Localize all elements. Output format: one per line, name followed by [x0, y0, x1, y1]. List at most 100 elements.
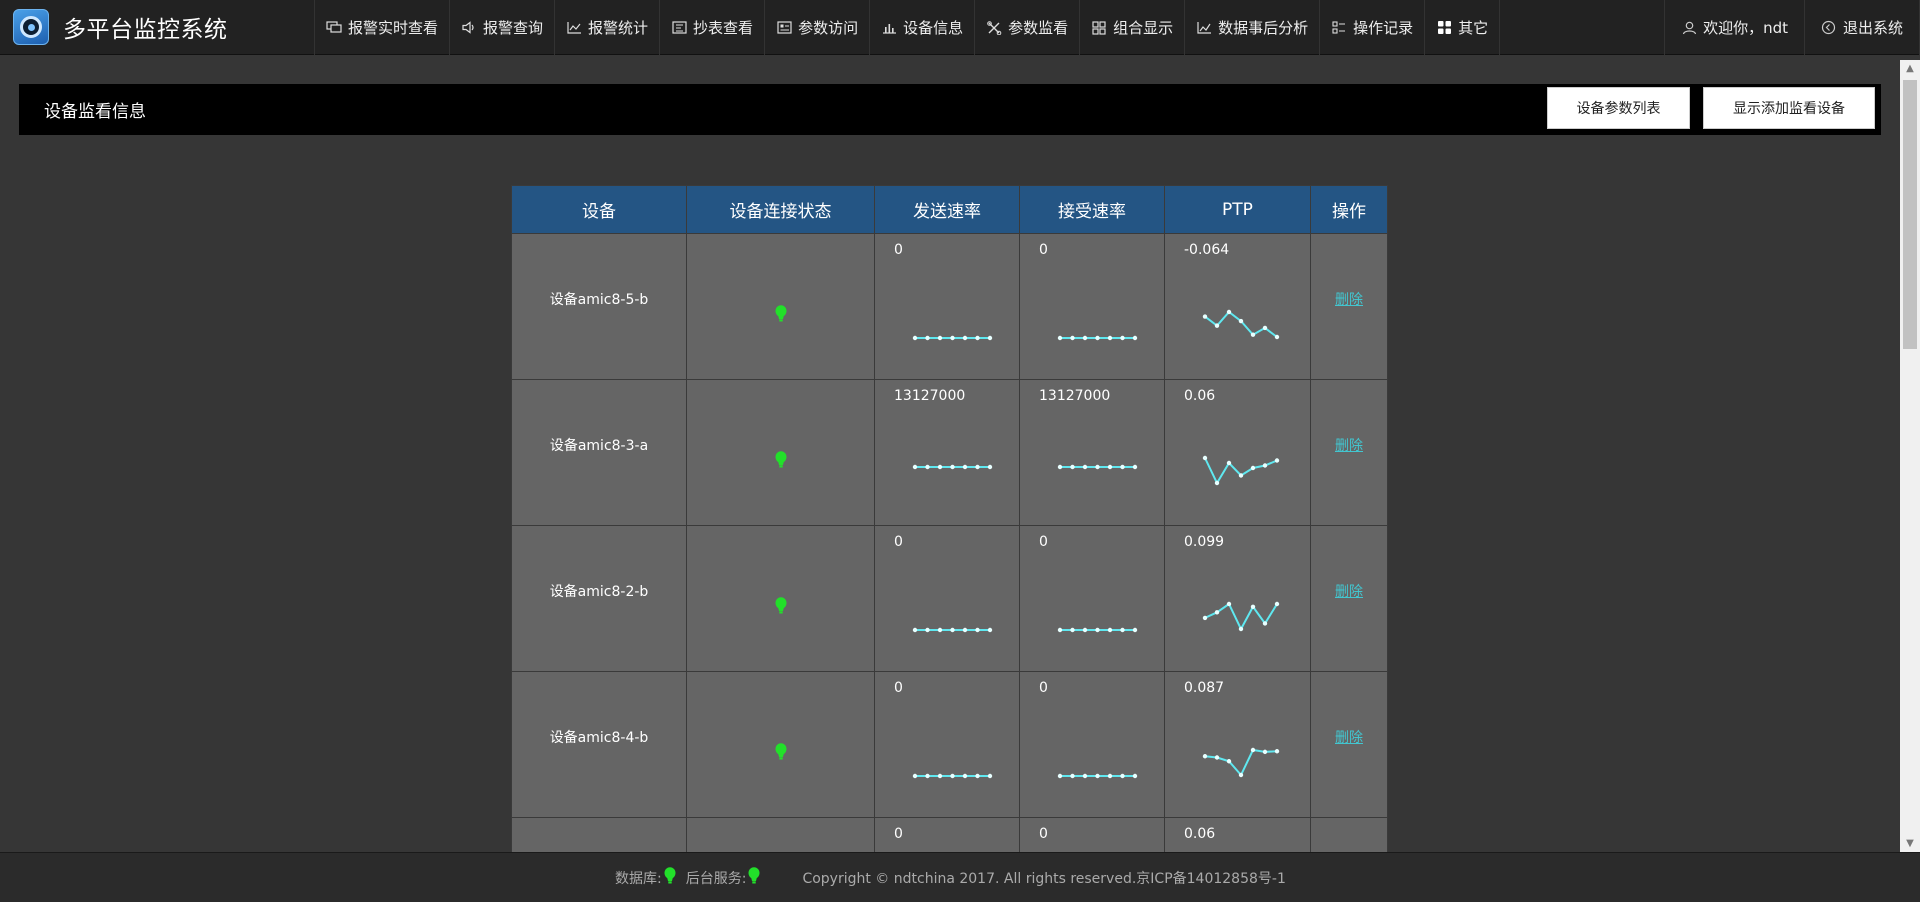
- ptp-cell: 0.06: [1164, 379, 1311, 526]
- nav-item-8[interactable]: 组合显示: [1079, 0, 1184, 55]
- sparkline-point: [1262, 749, 1268, 755]
- nav-item-10[interactable]: 操作记录: [1319, 0, 1424, 55]
- sparkline-point: [987, 464, 993, 470]
- nav-item-2[interactable]: 报警查询: [449, 0, 554, 55]
- sparkline-point: [1214, 480, 1220, 486]
- scroll-up-icon[interactable]: ▲: [1900, 60, 1920, 77]
- sparkline-point: [1070, 627, 1075, 633]
- recv-rate-cell: 13127000: [1019, 379, 1165, 526]
- sparkline-point: [1132, 773, 1138, 779]
- connection-status-cell: [686, 525, 875, 672]
- scrollbar-thumb[interactable]: [1903, 80, 1917, 349]
- connected-bulb-icon: [775, 304, 787, 327]
- line-chart-icon: [566, 21, 582, 35]
- nav-item-label: 其它: [1458, 19, 1489, 37]
- sparkline-point: [1226, 309, 1232, 315]
- sparkline-point: [937, 335, 943, 341]
- sparkline-point: [1250, 465, 1256, 471]
- device-name-cell: 设备amic8-3-a: [511, 379, 687, 526]
- sparkline-point: [925, 335, 930, 341]
- device-name: 设备amic8-2-b: [549, 583, 649, 600]
- sparkline-point: [912, 335, 918, 341]
- top-nav-bar: 多平台监控系统 报警实时查看 报警查询 报警统计 抄表查看 参数访问 设备信息 参数监看 组合…: [0, 0, 1920, 55]
- sparkline-point: [1132, 464, 1138, 470]
- recv-rate-cell: 0: [1019, 671, 1165, 818]
- nav-item-6[interactable]: 设备信息: [869, 0, 974, 55]
- footer-status: 数据库: 后台服务:: [615, 866, 762, 889]
- sparkline-point: [1057, 464, 1063, 470]
- sparkline-point: [950, 335, 955, 341]
- connected-bulb-icon: [775, 742, 787, 765]
- sparkline-point: [950, 773, 955, 779]
- sparkline-point: [1095, 464, 1100, 470]
- ptp-cell: -0.064: [1164, 233, 1311, 380]
- nav-item-label: 抄表查看: [693, 19, 754, 37]
- connected-bulb-icon: [775, 450, 787, 473]
- operation-cell: 删除: [1310, 233, 1388, 380]
- send-rate-cell: 13127000: [874, 379, 1020, 526]
- apps-icon: [1436, 21, 1452, 35]
- nav-item-1[interactable]: 报警实时查看: [314, 0, 449, 55]
- brand: 多平台监控系统: [0, 0, 314, 54]
- sparkline-point: [975, 335, 980, 341]
- sparkline-chart: [912, 627, 993, 633]
- main-nav: 报警实时查看 报警查询 报警统计 抄表查看 参数访问 设备信息 参数监看 组合显示 数据事后分析…: [314, 0, 1501, 55]
- logout-button[interactable]: 退出系统: [1803, 0, 1920, 55]
- nav-item-5[interactable]: 参数访问: [764, 0, 869, 55]
- device-name-cell: 设备amic8-2-b: [511, 525, 687, 672]
- user-icon: [1681, 21, 1697, 35]
- device-name: 设备amic8-3-a: [549, 437, 649, 454]
- nav-item-label: 参数监看: [1008, 19, 1069, 37]
- delete-link[interactable]: 删除: [1335, 730, 1363, 746]
- sparkline-point: [1082, 627, 1088, 633]
- tools-icon: [986, 20, 1002, 35]
- sparkline-point: [937, 627, 943, 633]
- sparkline-point: [925, 773, 930, 779]
- page-scrollbar[interactable]: ▲ ▼: [1900, 60, 1920, 852]
- nav-item-9[interactable]: 数据事后分析: [1184, 0, 1319, 55]
- nav-item-11[interactable]: 其它: [1424, 0, 1501, 55]
- nav-item-label: 报警查询: [483, 19, 544, 37]
- sparkline-point: [1250, 604, 1256, 609]
- device-param-list-button[interactable]: 设备参数列表: [1547, 87, 1690, 129]
- nav-item-3[interactable]: 报警统计: [554, 0, 659, 55]
- sparkline-chart: [912, 464, 993, 470]
- sparkline-chart: [1202, 309, 1280, 340]
- sparkline-point: [925, 627, 930, 633]
- ptp-value: 0.06: [1184, 826, 1216, 842]
- ptp-cell: 0.099: [1164, 525, 1311, 672]
- sparkline-point: [1070, 464, 1075, 470]
- device-name: 设备amic8-4-b: [549, 729, 649, 746]
- send-rate-value: 0: [894, 826, 903, 842]
- delete-link[interactable]: 删除: [1335, 292, 1363, 308]
- sparkline-point: [1262, 463, 1268, 468]
- show-add-monitor-device-button[interactable]: 显示添加监看设备: [1703, 87, 1875, 129]
- delete-link[interactable]: 删除: [1335, 438, 1363, 454]
- recv-rate-cell: 0: [1019, 525, 1165, 672]
- sparkline-point: [987, 627, 993, 633]
- speaker-icon: [461, 21, 477, 35]
- nav-item-label: 组合显示: [1113, 19, 1174, 37]
- delete-link[interactable]: 删除: [1335, 584, 1363, 600]
- sparkline-point: [1057, 773, 1063, 779]
- recv-rate-value: 0: [1039, 826, 1048, 842]
- nav-item-7[interactable]: 参数监看: [974, 0, 1079, 55]
- sparkline-point: [937, 464, 943, 470]
- nav-item-label: 报警统计: [588, 19, 649, 37]
- sparkline-point: [1132, 627, 1138, 633]
- sparkline-point: [987, 773, 993, 779]
- sparkline-point: [1070, 773, 1075, 779]
- sparkline-point: [975, 773, 980, 779]
- sparkline-line: [1204, 748, 1278, 777]
- sparkline-point: [1132, 335, 1138, 341]
- welcome-user[interactable]: 欢迎你，ndt: [1664, 0, 1804, 55]
- logout-label: 退出系统: [1842, 19, 1903, 37]
- sparkline-point: [1120, 335, 1125, 341]
- nav-item-4[interactable]: 抄表查看: [659, 0, 764, 55]
- ptp-cell: 0.087: [1164, 671, 1311, 818]
- sparkline-point: [987, 335, 993, 341]
- scroll-down-icon[interactable]: ▼: [1900, 835, 1920, 852]
- sparkline-point: [1202, 754, 1208, 759]
- operation-cell: 删除: [1310, 525, 1388, 672]
- sparkline-point: [950, 464, 955, 470]
